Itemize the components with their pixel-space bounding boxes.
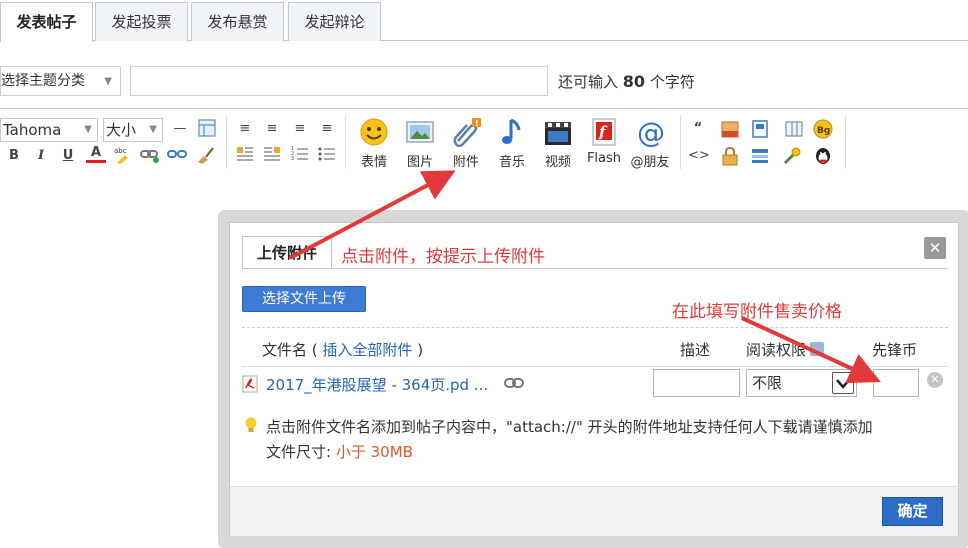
arrow-to-attach-button: [289, 170, 456, 260]
arrow-to-price-input: [741, 316, 881, 384]
annotation-arrows: [289, 170, 881, 384]
